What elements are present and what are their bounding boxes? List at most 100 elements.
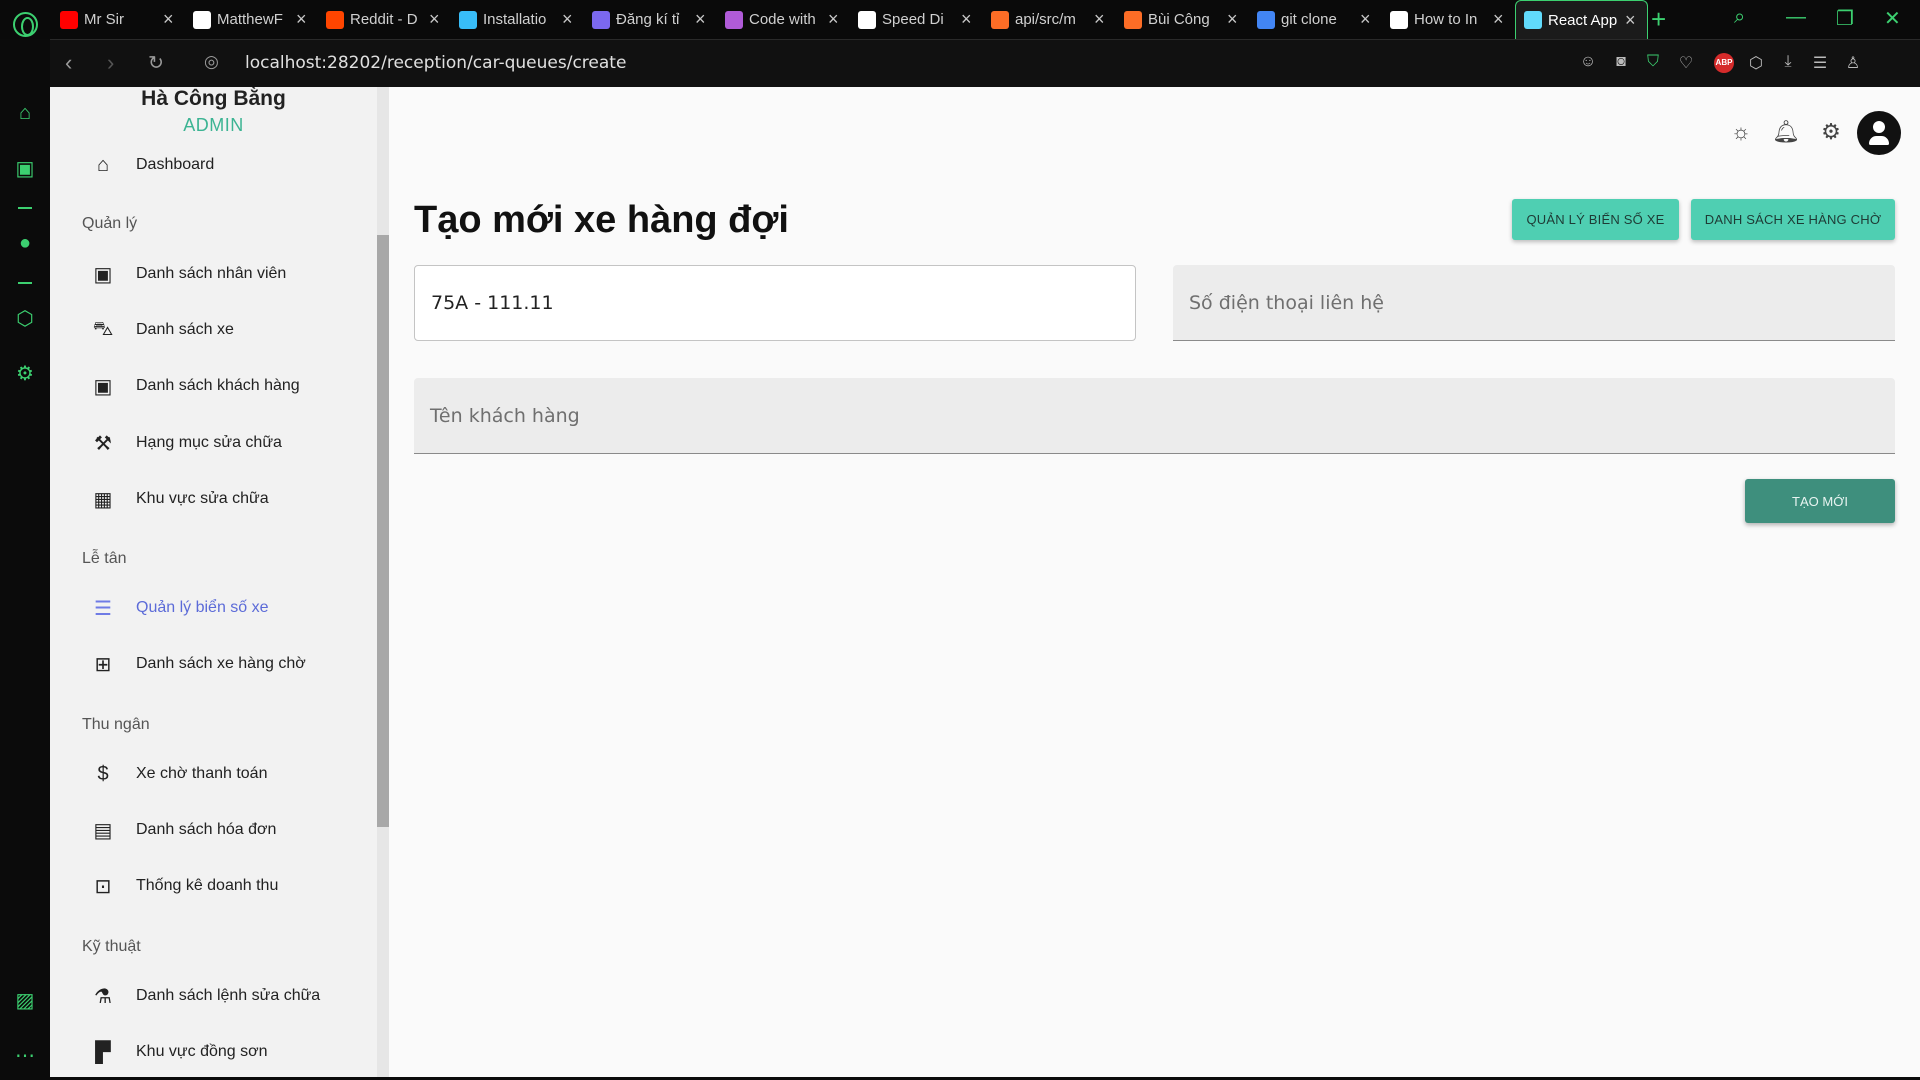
- browser-tab[interactable]: Mr Sir ×: [52, 0, 185, 39]
- messenger-app-icon[interactable]: ▣: [13, 157, 37, 181]
- tab-close-icon[interactable]: ×: [1493, 9, 1507, 30]
- tab-close-icon[interactable]: ×: [828, 9, 842, 30]
- forward-icon[interactable]: ›: [107, 50, 114, 76]
- notification-bell-icon[interactable]: 🔔︎: [1771, 117, 1801, 147]
- minimize-icon[interactable]: —: [1786, 6, 1806, 29]
- close-window-icon[interactable]: ✕: [1884, 6, 1901, 31]
- tab-title: api/src/m: [1015, 11, 1076, 28]
- sidebar-item-repair-categories[interactable]: ⚒ Hạng mục sửa chữa: [90, 423, 360, 463]
- maximize-icon[interactable]: ❐: [1836, 6, 1854, 31]
- sidebar-item-label: Khu vực đồng sơn: [136, 1043, 268, 1060]
- sidebar-item-repair-orders[interactable]: ⚗ Danh sách lệnh sửa chữa: [90, 976, 360, 1016]
- account-avatar[interactable]: [1857, 111, 1901, 155]
- browser-tab[interactable]: How to In ×: [1382, 0, 1515, 39]
- heart-icon[interactable]: ♡: [1676, 53, 1696, 73]
- sidebar-item-paint-area[interactable]: ▛ Khu vực đồng sơn: [90, 1032, 360, 1072]
- storage-icon: ☰: [94, 597, 112, 620]
- paint-roller-icon: ▛: [95, 1041, 111, 1064]
- tab-favicon-icon: [193, 10, 211, 29]
- sidebar-item-employees[interactable]: ▣ Danh sách nhân viên: [90, 254, 360, 294]
- browser-tab[interactable]: MatthewF ×: [185, 0, 318, 39]
- tab-favicon-icon: [858, 10, 876, 29]
- tab-strip: Mr Sir × MatthewF × Reddit - D × Installatio × Đ…: [52, 0, 1648, 39]
- sidebar-item-queue[interactable]: ⊞ Danh sách xe hàng chờ: [90, 644, 360, 684]
- sidebar-item-awaiting-payment[interactable]: $ Xe chờ thanh toán: [90, 754, 360, 794]
- tab-favicon-icon: [1257, 10, 1275, 29]
- light-mode-icon[interactable]: ☼: [1726, 117, 1756, 147]
- browser-tab[interactable]: git clone ×: [1249, 0, 1382, 39]
- browser-tab[interactable]: Code with ×: [717, 0, 850, 39]
- app-viewport: Hà Công Bằng ADMIN ⌂ Dashboard Quản lý ▣…: [50, 87, 1920, 1077]
- profile-icon[interactable]: ♙: [1843, 53, 1863, 73]
- customer-name-field[interactable]: Tên khách hàng: [414, 378, 1895, 454]
- more-icon[interactable]: ⋯: [13, 1044, 37, 1068]
- messenger-icon[interactable]: ●: [13, 231, 37, 255]
- tab-title: Speed Di: [882, 11, 944, 28]
- tab-close-icon[interactable]: ×: [296, 9, 310, 30]
- sidebar-item-customers[interactable]: ▣ Danh sách khách hàng: [90, 366, 360, 406]
- tab-close-icon[interactable]: ×: [1094, 9, 1108, 30]
- tab-close-icon[interactable]: ×: [695, 9, 709, 30]
- search-tabs-icon[interactable]: ⌕: [1734, 6, 1745, 29]
- sidebar-item-label: Danh sách khách hàng: [136, 377, 300, 394]
- library-add-icon: ⊞: [94, 653, 112, 676]
- queue-list-button[interactable]: DANH SÁCH XE HÀNG CHỜ: [1691, 199, 1895, 240]
- create-button[interactable]: TẠO MỚI: [1745, 479, 1895, 523]
- money-icon: ⊡: [94, 875, 112, 898]
- emoji-icon[interactable]: ☺: [1578, 53, 1598, 73]
- tab-favicon-icon: [326, 10, 344, 29]
- tab-title: Code with: [749, 11, 816, 28]
- tab-close-icon[interactable]: ×: [163, 9, 177, 30]
- browser-tab[interactable]: api/src/m ×: [983, 0, 1116, 39]
- license-plate-field[interactable]: 75A - 111.11: [414, 265, 1136, 341]
- browser-tab[interactable]: Bùi Công ×: [1116, 0, 1249, 39]
- browser-tab[interactable]: Reddit - D ×: [318, 0, 451, 39]
- tab-favicon-icon: [1524, 11, 1542, 29]
- tab-close-icon[interactable]: ×: [1360, 9, 1374, 30]
- settings-icon[interactable]: ⚙: [13, 362, 37, 386]
- sidebar-item-dashboard[interactable]: ⌂ Dashboard: [90, 145, 360, 185]
- tab-favicon-icon: [991, 10, 1009, 29]
- settings-gear-icon[interactable]: ⚙: [1816, 117, 1846, 147]
- tab-favicon-icon: [1390, 10, 1408, 29]
- adblock-icon[interactable]: ABP: [1714, 53, 1734, 73]
- reload-icon[interactable]: ↻: [148, 52, 164, 75]
- camera-icon[interactable]: ◙: [1611, 53, 1631, 73]
- gallery-icon[interactable]: ▨: [13, 989, 37, 1013]
- tab-close-icon[interactable]: ×: [961, 9, 975, 30]
- sidebar-scrollbar-thumb[interactable]: [377, 235, 389, 827]
- download-icon[interactable]: ⤓: [1778, 53, 1798, 73]
- url-field[interactable]: localhost:28202/reception/car-queues/cre…: [245, 53, 626, 73]
- shield-icon[interactable]: ⛉: [1643, 53, 1663, 73]
- sidebar-item-revenue[interactable]: ⊡ Thống kê doanh thu: [90, 866, 360, 906]
- browser-tab-bar: Mr Sir × MatthewF × Reddit - D × Installatio × Đ…: [0, 0, 1920, 39]
- sidebar-item-plates[interactable]: ☰ Quản lý biển số xe: [90, 588, 360, 628]
- browser-tab[interactable]: Installatio ×: [451, 0, 584, 39]
- sidebar-item-invoices[interactable]: ▤ Danh sách hóa đơn: [90, 810, 360, 850]
- site-info-icon[interactable]: ◎: [204, 52, 219, 72]
- sidebar-separator: [18, 207, 32, 209]
- cube-icon[interactable]: ⬡: [13, 307, 37, 331]
- easy-setup-icon[interactable]: ☰: [1810, 53, 1830, 73]
- phone-field[interactable]: Số điện thoại liên hệ: [1173, 265, 1895, 341]
- workspace-icon[interactable]: ⌂: [13, 101, 37, 125]
- tab-close-icon[interactable]: ×: [1227, 9, 1241, 30]
- opera-logo-icon[interactable]: [13, 12, 38, 37]
- tab-close-icon[interactable]: ×: [429, 9, 443, 30]
- manage-plates-button[interactable]: QUẢN LÝ BIỂN SỐ XE: [1512, 199, 1679, 240]
- sidebar-item-label: Thống kê doanh thu: [136, 877, 279, 894]
- sidebar-item-repair-areas[interactable]: ▦ Khu vực sửa chữa: [90, 479, 360, 519]
- tab-close-icon[interactable]: ×: [562, 9, 576, 30]
- browser-tab[interactable]: Đăng kí tỉ ×: [584, 0, 717, 39]
- back-icon[interactable]: ‹: [65, 50, 72, 76]
- tab-favicon-icon: [459, 10, 477, 29]
- new-tab-plus-icon[interactable]: +: [1651, 4, 1666, 35]
- sidebar-item-label: Danh sách hóa đơn: [136, 821, 277, 838]
- tab-close-icon[interactable]: ×: [1625, 10, 1639, 31]
- browser-tab[interactable]: React App ×: [1515, 0, 1648, 39]
- browser-tab[interactable]: Speed Di ×: [850, 0, 983, 39]
- extensions-cube-icon[interactable]: ⬡: [1746, 53, 1766, 73]
- section-technical: Kỹ thuật: [82, 938, 141, 955]
- sidebar-item-cars[interactable]: ⛍ Danh sách xe: [90, 310, 360, 350]
- opera-sidebar: ⌂ ▣ ● ⬡ ⚙ ▨ ⋯: [0, 39, 50, 1080]
